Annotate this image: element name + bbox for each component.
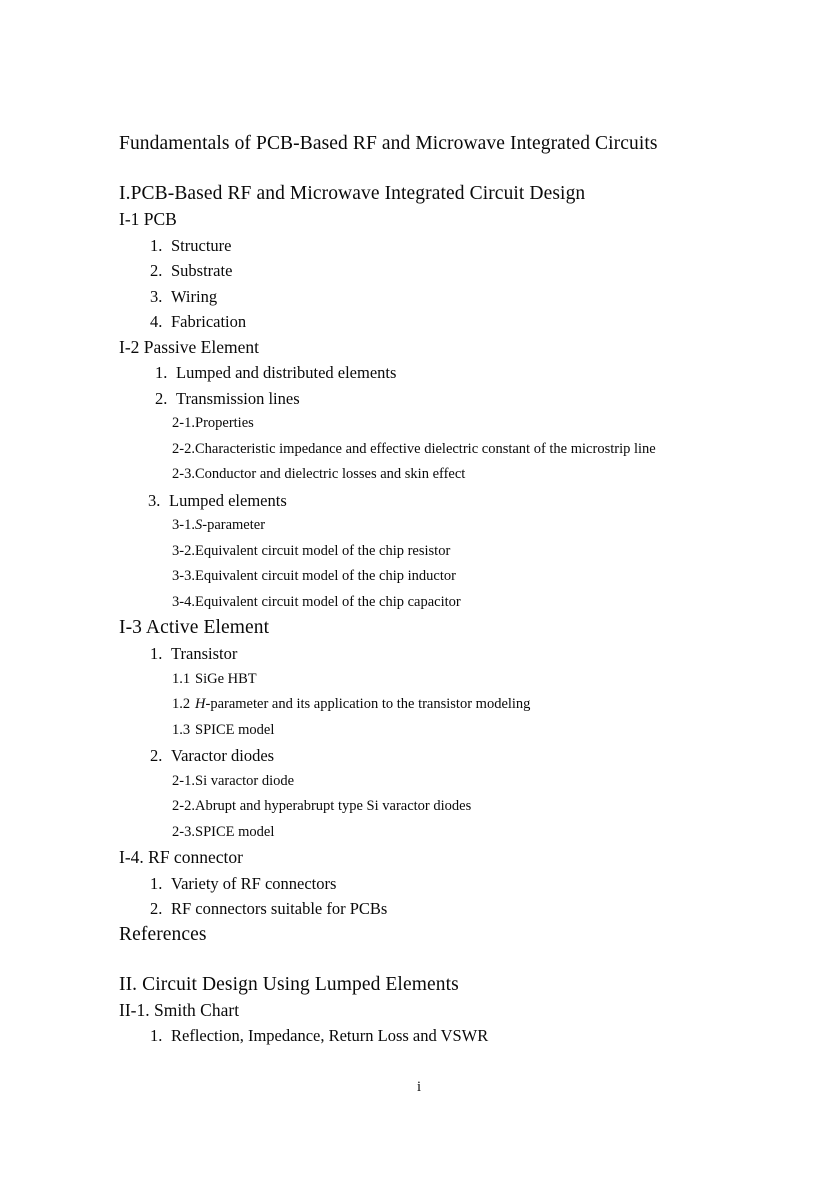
section-heading-i3: I-3 Active Element xyxy=(119,617,270,638)
document-page: Fundamentals of PCB-Based RF and Microwa… xyxy=(0,0,838,1186)
item-label: Lumped elements xyxy=(169,490,287,510)
sub-item-number: 2-3. xyxy=(172,466,195,482)
section-heading-i2: I-2 Passive Element xyxy=(119,336,259,357)
sub-item-number: 2-2. xyxy=(172,440,195,457)
item-label: Transistor xyxy=(171,644,238,663)
sub-item-number: 3-4. xyxy=(172,593,195,610)
item-number: 1. xyxy=(155,363,168,382)
sub-list-item: 1.2 H-parameter and its application to th… xyxy=(119,692,719,718)
list-item: 1. Lumped and distributed elements xyxy=(119,360,719,386)
references-heading: References xyxy=(119,923,207,945)
page-number: i xyxy=(416,1079,422,1095)
sub-list-item: 3-3.Equivalent circuit model of the chip… xyxy=(119,564,719,590)
item-label: Reflection, Impedance, Return Loss and V… xyxy=(171,1026,489,1045)
item-number: 3. xyxy=(148,490,161,510)
list-item: 1. Transistor xyxy=(119,641,719,667)
list-item: 3. Lumped elements xyxy=(119,488,719,514)
sub-item-number: 2-3. xyxy=(172,823,195,840)
sub-item-label: Abrupt and hyperabrupt type Si varactor … xyxy=(195,798,472,814)
item-label: Transmission lines xyxy=(176,388,300,408)
document-title: Fundamentals of PCB-Based RF and Microwa… xyxy=(119,133,658,154)
sub-list-item: 2-1.Si varactor diode xyxy=(119,769,719,795)
sub-list-item: 1.3 SPICE model xyxy=(119,718,719,744)
sub-list-item: 1.1 SiGe HBT xyxy=(119,667,719,693)
sub-item-label: Characteristic impedance and effective d… xyxy=(195,440,656,457)
list-item: 4. Fabrication xyxy=(119,309,719,335)
section-heading-ii1: II-1. Smith Chart xyxy=(119,999,240,1020)
part-two-heading: II. Circuit Design Using Lumped Elements xyxy=(119,973,459,995)
sub-list-item: 2-1.Properties xyxy=(119,411,719,437)
item-number: 2. xyxy=(150,261,163,280)
item-number: 2. xyxy=(155,388,168,408)
sub-item-label: Si varactor diode xyxy=(195,772,295,789)
list-item: 2. Varactor diodes xyxy=(119,743,719,769)
sub-list-item: 3-2.Equivalent circuit model of the chip… xyxy=(119,539,719,565)
list-item: 1. Reflection, Impedance, Return Loss and… xyxy=(119,1023,719,1049)
sub-item-label: -parameter and its application to the tr… xyxy=(205,696,531,712)
spacer-before-part-two xyxy=(119,948,719,972)
item-number: 1. xyxy=(150,235,163,255)
item-label: Substrate xyxy=(171,261,233,280)
item-label: Wiring xyxy=(171,286,218,306)
item-number: 2. xyxy=(150,746,163,765)
sub-item-number: 1.1 xyxy=(172,670,191,687)
sub-item-label: SiGe HBT xyxy=(195,670,257,687)
sub-item-label: Equivalent circuit model of the chip cap… xyxy=(195,593,461,610)
toc-content: Fundamentals of PCB-Based RF and Microwa… xyxy=(119,131,719,1049)
section-heading-i1: I-1 PCB xyxy=(119,209,177,229)
item-label: Lumped and distributed elements xyxy=(176,363,397,382)
list-item: 2. Transmission lines xyxy=(119,386,719,412)
sub-list-item: 2-2.Abrupt and hyperabrupt type Si varac… xyxy=(119,794,719,820)
item-label: Fabrication xyxy=(171,312,247,331)
sub-item-label: -parameter xyxy=(202,517,266,533)
sub-list-item: 2-2.Characteristic impedance and effecti… xyxy=(119,437,719,463)
item-number: 3. xyxy=(150,286,163,306)
item-label: Varactor diodes xyxy=(171,746,275,765)
item-number: 1. xyxy=(150,644,163,663)
sub-item-label: Properties xyxy=(195,415,254,431)
sub-item-label: Conductor and dielectric losses and skin… xyxy=(195,466,466,482)
section-heading-i4: I-4. RF connector xyxy=(119,847,243,867)
sub-list-item: 3-4.Equivalent circuit model of the chip… xyxy=(119,590,719,616)
item-number: 1. xyxy=(150,873,163,893)
sub-item-number: 1.3 xyxy=(172,721,191,738)
list-item: 1. Structure xyxy=(119,233,719,259)
item-label: RF connectors suitable for PCBs xyxy=(171,899,388,918)
sub-item-number: 3-1. xyxy=(172,517,195,533)
sub-item-label-italic: H xyxy=(195,696,206,712)
sub-list-item: 2-3.SPICE model xyxy=(119,820,719,846)
sub-list-item: 3-1.S-parameter xyxy=(119,513,719,539)
sub-item-label: SPICE model xyxy=(195,823,275,840)
sub-item-number: 2-2. xyxy=(172,798,195,814)
part-one-heading: I.PCB-Based RF and Microwave Integrated … xyxy=(119,183,586,204)
item-number: 4. xyxy=(150,312,163,331)
list-item: 3. Wiring xyxy=(119,284,719,310)
sub-item-number: 3-2. xyxy=(172,542,195,559)
item-label: Structure xyxy=(171,235,232,255)
item-label: Variety of RF connectors xyxy=(171,873,337,893)
sub-item-number: 3-3. xyxy=(172,568,195,584)
spacer-after-title xyxy=(119,157,719,181)
sub-item-number: 1.2 xyxy=(172,696,191,712)
list-item: 2. Substrate xyxy=(119,258,719,284)
item-number: 1. xyxy=(150,1026,163,1045)
sub-list-item: 2-3.Conductor and dielectric losses and … xyxy=(119,462,719,488)
sub-item-number: 2-1. xyxy=(172,415,195,431)
sub-item-label: SPICE model xyxy=(195,721,275,738)
sub-item-number: 2-1. xyxy=(172,772,195,789)
list-item: 2. RF connectors suitable for PCBs xyxy=(119,896,719,922)
list-item: 1. Variety of RF connectors xyxy=(119,871,719,897)
sub-item-label: Equivalent circuit model of the chip res… xyxy=(195,542,451,559)
item-number: 2. xyxy=(150,899,163,918)
sub-item-label: Equivalent circuit model of the chip ind… xyxy=(195,568,456,584)
